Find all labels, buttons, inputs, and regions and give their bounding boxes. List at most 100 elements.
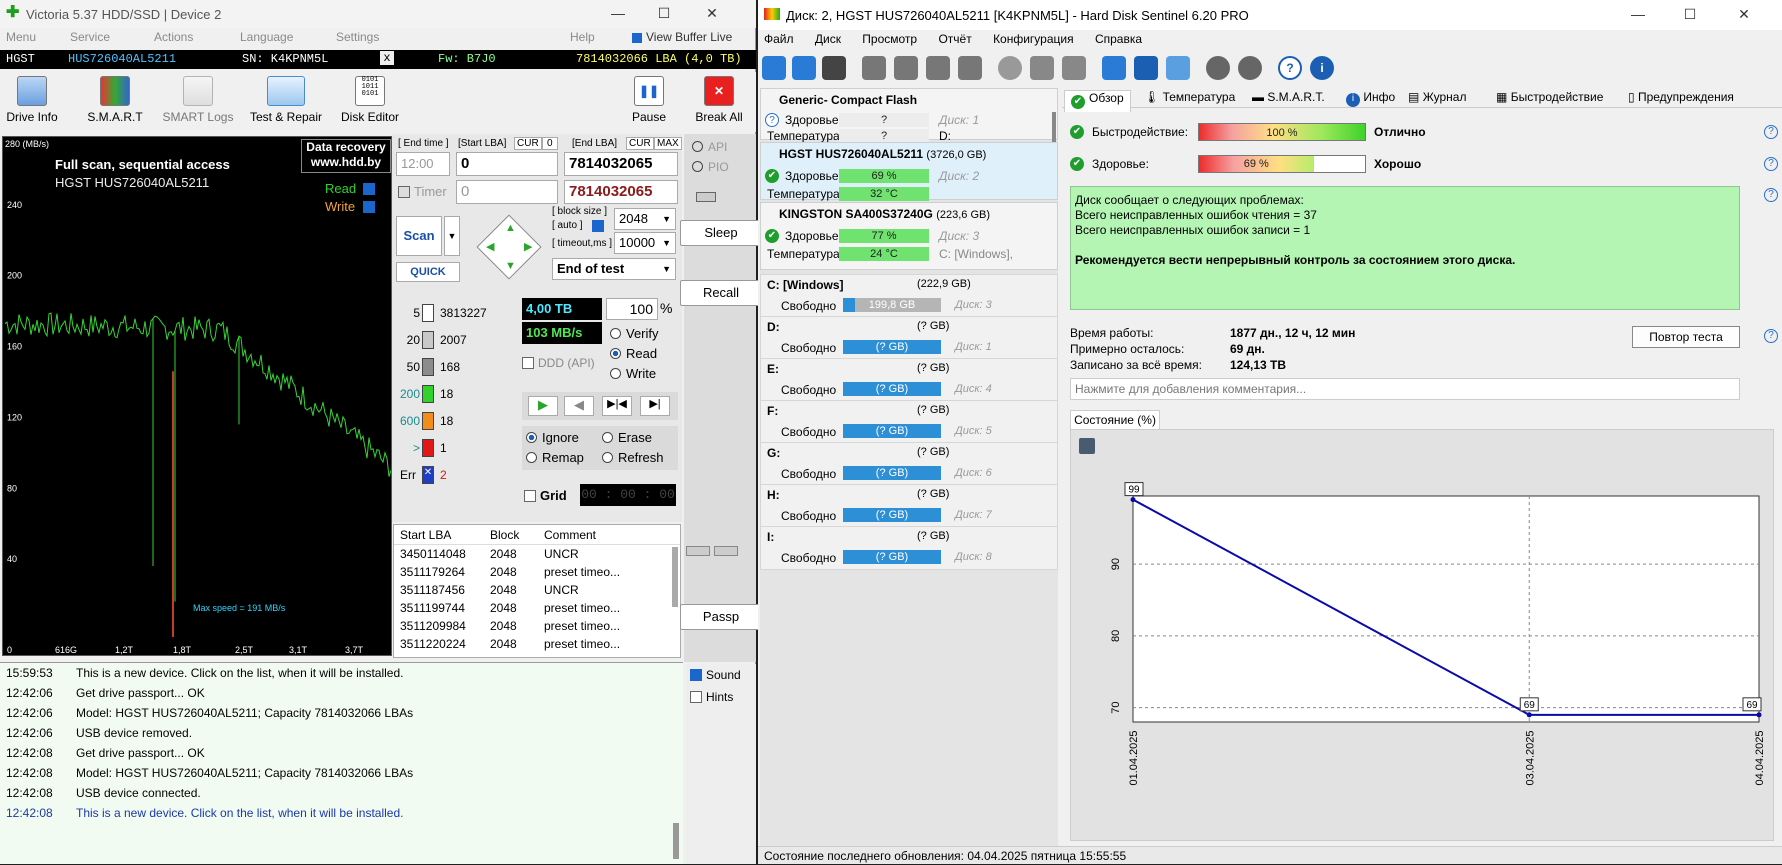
menu-config[interactable]: Конфигурация (993, 32, 1074, 46)
drive-info-button[interactable]: Drive Info (4, 76, 60, 124)
help-icon[interactable]: ? (1278, 56, 1302, 80)
table-row[interactable]: 3511179264 2048 preset timeo... (394, 563, 680, 581)
grid-checkbox[interactable] (524, 490, 536, 502)
volume-card[interactable]: D: (? GB) Свободно (? GB) Диск: 1 (760, 316, 1058, 360)
start-lba-input[interactable]: 0 (456, 152, 558, 176)
retest-button[interactable]: Повтор теста (1632, 326, 1740, 348)
refresh-all-icon[interactable] (792, 56, 816, 80)
tab-log[interactable]: ▤ Журнал (1408, 90, 1466, 104)
play-button[interactable]: ▶ (528, 396, 558, 416)
read-radio[interactable]: Read (610, 346, 657, 361)
log-scrollbar[interactable] (673, 823, 679, 859)
start-cur-button[interactable]: CUR (514, 137, 542, 150)
gear-icon[interactable] (1206, 56, 1230, 80)
menu-help[interactable]: Справка (1095, 32, 1142, 46)
ignore-radio[interactable]: Ignore (526, 430, 579, 445)
hds-minimize-button[interactable]: — (1616, 6, 1660, 22)
grid-toggle[interactable]: Grid (524, 488, 567, 503)
event-log[interactable]: 15:59:53 This is a new device. Click on t… (0, 662, 683, 864)
error-table-scrollbar[interactable] (672, 547, 678, 607)
disk-check-icon[interactable] (926, 56, 950, 80)
end-cur-button[interactable]: CUR (626, 137, 654, 150)
close-button[interactable]: ✕ (690, 5, 734, 22)
volume-card[interactable]: E: (? GB) Свободно (? GB) Диск: 4 (760, 358, 1058, 402)
erase-radio[interactable]: Erase (602, 430, 652, 445)
minimize-button[interactable]: — (596, 5, 640, 21)
auto-checkbox[interactable] (592, 220, 604, 232)
write-checkbox[interactable] (363, 201, 375, 213)
info-icon[interactable]: i (1310, 56, 1334, 80)
disk-error-icon[interactable] (958, 56, 982, 80)
disk-list-scrollbar[interactable] (1052, 112, 1056, 142)
read-checkbox[interactable] (363, 183, 375, 195)
drive-close-button[interactable]: x (380, 51, 394, 65)
network-icon[interactable] (1166, 56, 1190, 80)
drives-icon[interactable] (1030, 56, 1054, 80)
ddd-checkbox[interactable] (522, 357, 534, 369)
pause-button[interactable]: ❚❚ Pause (626, 76, 672, 124)
sound-toggle[interactable]: Sound (690, 668, 741, 682)
menu-view[interactable]: Просмотр (862, 32, 917, 46)
end-of-test-select[interactable]: End of test ▼ (552, 258, 676, 280)
table-row[interactable]: 3511209984 2048 preset timeo... (394, 617, 680, 635)
tab-temperature[interactable]: 🌡︎ Температура (1144, 90, 1235, 104)
sound-icon[interactable] (1238, 56, 1262, 80)
menu-menu[interactable]: Menu (6, 30, 36, 44)
chart-tab[interactable]: Состояние (%) (1070, 410, 1160, 430)
disk-card[interactable]: Generic- Compact Flash? Здоровье:? Темпера… (760, 88, 1058, 143)
timer-input[interactable]: 0 (456, 180, 558, 204)
hints-checkbox[interactable] (690, 691, 702, 703)
block-size-select[interactable]: 2048 ▼ (614, 208, 676, 230)
small-button-left[interactable] (686, 546, 710, 556)
tab-smart[interactable]: ▬ S.M.A.R.T. (1252, 90, 1325, 104)
volume-card[interactable]: F: (? GB) Свободно (? GB) Диск: 5 (760, 400, 1058, 444)
refresh-radio[interactable]: Refresh (602, 450, 664, 465)
error-table-col-0[interactable]: Start LBA (400, 525, 451, 545)
error-table-col-1[interactable]: Block (490, 525, 519, 545)
disk-test-icon[interactable] (862, 56, 886, 80)
report-icon[interactable] (1102, 56, 1126, 80)
error-table[interactable]: Start LBA Block Comment 3450114048 2048 UNCR 3… (393, 524, 681, 658)
menu-report[interactable]: Отчёт (938, 32, 971, 46)
tab-warnings[interactable]: ▯ Предупреждения (1628, 90, 1734, 104)
disk-card[interactable]: KINGSTON SA400S37240G (223,6 GB) ✔ Здоровь… (760, 202, 1058, 270)
retest-help-icon[interactable]: ? (1764, 329, 1778, 343)
right-arrow-icon[interactable]: ▶ (524, 240, 532, 253)
disk-card[interactable]: HGST HUS726040AL5211 (3726,0 GB) ✔ Здоровь… (760, 142, 1058, 201)
health-help-icon[interactable]: ? (1764, 157, 1778, 171)
rewind-button[interactable]: ◀ (564, 396, 594, 416)
speed-graph[interactable]: 240 200 160 120 80 40 0 616G 1,2T 1,8T 2,5T 3,1T 3,7… (2, 136, 392, 656)
timeout-select[interactable]: 10000 ▼ (614, 232, 676, 254)
hds-maximize-button[interactable]: ☐ (1668, 6, 1712, 23)
refresh-icon[interactable] (762, 56, 786, 80)
sleep-button[interactable]: Sleep (680, 220, 762, 246)
api-radio[interactable]: API (692, 140, 727, 154)
end-max-button[interactable]: MAX (654, 137, 682, 150)
message-help-icon[interactable]: ? (1764, 188, 1778, 202)
tab-info[interactable]: i Инфо (1346, 90, 1395, 107)
hds-close-button[interactable]: ✕ (1722, 6, 1766, 23)
table-row[interactable]: 3511220224 2048 preset timeo... (394, 635, 680, 653)
perf-help-icon[interactable]: ? (1764, 125, 1778, 139)
remap-radio[interactable]: Remap (526, 450, 584, 465)
end-time-input[interactable]: 12:00 (396, 152, 450, 176)
disk-editor-button[interactable]: 0101 1011 0101 Disk Editor (336, 76, 404, 124)
view-buffer-checkbox[interactable] (632, 33, 642, 43)
verify-radio[interactable]: Verify (610, 326, 659, 341)
comment-input[interactable]: Нажмите для добавления комментария... (1070, 378, 1740, 400)
volume-card[interactable]: H: (? GB) Свободно (? GB) Диск: 7 (760, 484, 1058, 528)
menu-file[interactable]: Файл (764, 32, 794, 46)
passp-button[interactable]: Passp (680, 604, 762, 630)
sound-checkbox[interactable] (690, 669, 702, 681)
down-arrow-icon[interactable]: ▼ (505, 260, 516, 272)
view-buffer-toggle[interactable]: View Buffer Live (632, 30, 732, 44)
scan-dropdown-button[interactable]: ▼ (444, 216, 460, 256)
table-row[interactable]: 3450114048 2048 UNCR (394, 545, 680, 563)
quick-button[interactable]: QUICK (396, 262, 460, 282)
write-radio[interactable]: Write (610, 366, 656, 381)
drive-icon[interactable] (822, 56, 846, 80)
disk-surface-icon[interactable] (894, 56, 918, 80)
smart-button[interactable]: S.M.A.R.T (80, 76, 150, 124)
timer-toggle[interactable]: Timer (398, 184, 447, 199)
hdd-icon[interactable] (998, 56, 1022, 80)
